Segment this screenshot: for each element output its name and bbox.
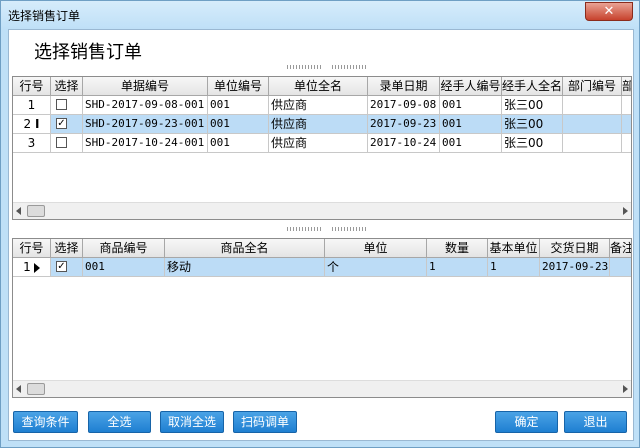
scroll-thumb[interactable] xyxy=(27,383,45,395)
items-grid: 行号 选择 商品编号 商品全名 单位 数量 基本单位 交货日期 备注 1 ✓ 0… xyxy=(12,238,632,398)
handler-code: 001 xyxy=(440,115,502,134)
quantity: 1 xyxy=(427,258,488,277)
col-header[interactable]: 录单日期 xyxy=(368,77,440,96)
handler-code: 001 xyxy=(440,96,502,115)
extra-cell xyxy=(622,115,631,134)
table-row-selected[interactable]: 2 I ✓ SHD-2017-09-23-001 001 供应商 2017-09… xyxy=(13,115,631,134)
col-header[interactable]: 选择 xyxy=(51,239,83,258)
unit-name: 供应商 xyxy=(269,134,368,153)
row-number: 1 xyxy=(13,96,51,115)
base-unit: 1 xyxy=(488,258,540,277)
middle-splitter[interactable] xyxy=(9,226,633,232)
col-header[interactable]: 商品编号 xyxy=(83,239,165,258)
scan-button[interactable]: 扫码调单 xyxy=(233,411,297,433)
scroll-thumb[interactable] xyxy=(27,205,45,217)
exit-button[interactable]: 退出 xyxy=(564,411,627,433)
row-checkbox[interactable] xyxy=(56,99,67,110)
scroll-right-icon[interactable] xyxy=(623,207,628,215)
col-header[interactable]: 行号 xyxy=(13,239,51,258)
col-header[interactable]: 选择 xyxy=(51,77,83,96)
col-header[interactable]: 交货日期 xyxy=(540,239,610,258)
dept-code xyxy=(563,134,622,153)
handler-name: 张三00 xyxy=(502,134,563,153)
col-header[interactable]: 数量 xyxy=(427,239,488,258)
page-title: 选择销售订单 xyxy=(34,42,142,63)
select-cell[interactable]: ✓ xyxy=(51,258,83,277)
order-date: 2017-09-08 xyxy=(368,96,440,115)
select-all-button[interactable]: 全选 xyxy=(88,411,151,433)
items-header: 行号 选择 商品编号 商品全名 单位 数量 基本单位 交货日期 备注 xyxy=(13,239,631,258)
title-bar: 选择销售订单 ✕ xyxy=(1,1,639,29)
table-row[interactable]: 3 SHD-2017-10-24-001 001 供应商 2017-10-24 … xyxy=(13,134,631,153)
order-code: SHD-2017-09-08-001 xyxy=(83,96,208,115)
deselect-all-button[interactable]: 取消全选 xyxy=(160,411,224,433)
extra-cell xyxy=(622,96,631,115)
dialog-client: 选择销售订单 行号 选择 单据编号 单位编号 单位全名 录单日期 经手人编号 经… xyxy=(8,29,634,441)
row-checkbox-checked[interactable]: ✓ xyxy=(56,261,67,272)
row-checkbox[interactable] xyxy=(56,137,67,148)
note xyxy=(610,258,631,277)
unit-code: 001 xyxy=(208,115,269,134)
scroll-left-icon[interactable] xyxy=(16,385,21,393)
row-number: 3 xyxy=(13,134,51,153)
row-number: 1 xyxy=(13,258,51,277)
row-checkbox-checked[interactable]: ✓ xyxy=(56,118,67,129)
current-row-marker-icon xyxy=(33,262,40,273)
unit-code: 001 xyxy=(208,96,269,115)
col-header[interactable]: 部 xyxy=(622,77,631,96)
col-header[interactable]: 行号 xyxy=(13,77,51,96)
handler-code: 001 xyxy=(440,134,502,153)
query-button[interactable]: 查询条件 xyxy=(13,411,78,433)
product-unit: 个 xyxy=(325,258,427,277)
unit-name: 供应商 xyxy=(269,96,368,115)
handler-name: 张三00 xyxy=(502,115,563,134)
delivery-date: 2017-09-23 xyxy=(540,258,610,277)
unit-name: 供应商 xyxy=(269,115,368,134)
col-header[interactable]: 单位编号 xyxy=(208,77,269,96)
orders-hscroll[interactable] xyxy=(13,202,631,219)
col-header[interactable]: 备注 xyxy=(610,239,631,258)
orders-grid: 行号 选择 单据编号 单位编号 单位全名 录单日期 经手人编号 经手人全名 部门… xyxy=(12,76,632,220)
window-title: 选择销售订单 xyxy=(8,9,81,23)
scroll-left-icon[interactable] xyxy=(16,207,21,215)
handler-name: 张三00 xyxy=(502,96,563,115)
top-splitter[interactable] xyxy=(9,64,633,70)
col-header[interactable]: 部门编号 xyxy=(563,77,622,96)
select-cell[interactable] xyxy=(51,134,83,153)
product-code: 001 xyxy=(83,258,165,277)
col-header[interactable]: 商品全名 xyxy=(165,239,325,258)
col-header[interactable]: 基本单位 xyxy=(488,239,540,258)
row-number: 2 I xyxy=(13,115,51,134)
table-row-selected[interactable]: 1 ✓ 001 移动 个 1 1 2017-09-23 xyxy=(13,258,631,277)
order-code: SHD-2017-10-24-001 xyxy=(83,134,208,153)
order-date: 2017-09-23 xyxy=(368,115,440,134)
order-date: 2017-10-24 xyxy=(368,134,440,153)
col-header[interactable]: 经手人编号 xyxy=(440,77,502,96)
dept-code xyxy=(563,115,622,134)
table-row[interactable]: 1 SHD-2017-09-08-001 001 供应商 2017-09-08 … xyxy=(13,96,631,115)
col-header[interactable]: 单位全名 xyxy=(269,77,368,96)
col-header[interactable]: 经手人全名 xyxy=(502,77,563,96)
col-header[interactable]: 单据编号 xyxy=(83,77,208,96)
items-hscroll[interactable] xyxy=(13,380,631,397)
select-cell[interactable] xyxy=(51,96,83,115)
orders-header: 行号 选择 单据编号 单位编号 单位全名 录单日期 经手人编号 经手人全名 部门… xyxy=(13,77,631,96)
col-header[interactable]: 单位 xyxy=(325,239,427,258)
product-name: 移动 xyxy=(165,258,325,277)
scroll-right-icon[interactable] xyxy=(623,385,628,393)
select-cell[interactable]: ✓ xyxy=(51,115,83,134)
close-button[interactable]: ✕ xyxy=(585,2,633,21)
order-code: SHD-2017-09-23-001 xyxy=(83,115,208,134)
dept-code xyxy=(563,96,622,115)
dialog-window: 选择销售订单 ✕ 选择销售订单 行号 选择 单据编号 单位编号 单位全名 录单日… xyxy=(0,0,640,448)
extra-cell xyxy=(622,134,631,153)
unit-code: 001 xyxy=(208,134,269,153)
ok-button[interactable]: 确定 xyxy=(495,411,558,433)
